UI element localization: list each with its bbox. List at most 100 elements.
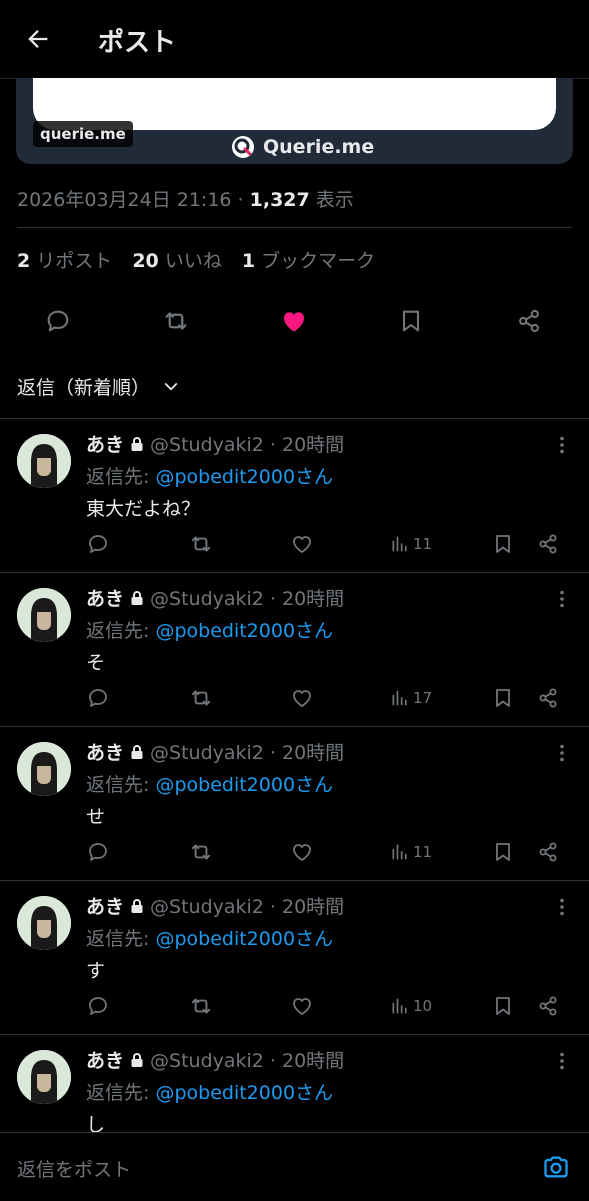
- views-button[interactable]: 10: [390, 990, 432, 1022]
- like-button[interactable]: [290, 682, 314, 714]
- reply-to: 返信先: @pobedit2000さん: [86, 462, 333, 489]
- reply-actions: 11: [0, 528, 589, 560]
- reply-to-link[interactable]: @pobedit2000さん: [155, 928, 333, 950]
- camera-button[interactable]: [540, 1151, 572, 1183]
- repost-icon: [191, 998, 211, 1014]
- reply-text: 東大だよね？: [86, 498, 201, 520]
- back-button[interactable]: [22, 23, 54, 55]
- reply-to-link[interactable]: @pobedit2000さん: [155, 466, 333, 488]
- bookmark-button[interactable]: [491, 682, 515, 714]
- reply-item[interactable]: あき @Studyaki2 · 20時間 返信先: @pobedit2000さん…: [0, 728, 589, 880]
- views-button[interactable]: 17: [390, 682, 432, 714]
- reply-button[interactable]: [86, 836, 110, 868]
- user-name[interactable]: あき: [86, 738, 124, 765]
- reply-to: 返信先: @pobedit2000さん: [86, 616, 333, 643]
- like-button[interactable]: [273, 300, 315, 342]
- reply-item[interactable]: あき @Studyaki2 · 20時間 返信先: @pobedit2000さん…: [0, 882, 589, 1034]
- bookmark-button[interactable]: [491, 836, 515, 868]
- share-button[interactable]: [508, 300, 550, 342]
- post-meta: 2026年03月24日 21:16 · 1,327 表示: [17, 185, 354, 212]
- avatar[interactable]: [17, 1050, 71, 1104]
- reply-to-prefix: 返信先:: [86, 774, 156, 796]
- bookmark-icon: [496, 535, 510, 553]
- user-handle-time: @Studyaki2 · 20時間: [150, 434, 345, 456]
- like-button[interactable]: [290, 836, 314, 868]
- bookmark-icon: [496, 843, 510, 861]
- more-vertical-icon: [560, 744, 564, 762]
- bookmark-button[interactable]: [491, 528, 515, 560]
- bookmark-button[interactable]: [390, 300, 432, 342]
- reply-text: せ: [86, 806, 106, 828]
- reply-to: 返信先: @pobedit2000さん: [86, 924, 333, 951]
- views-button[interactable]: 11: [390, 528, 432, 560]
- avatar[interactable]: [17, 742, 71, 796]
- more-button[interactable]: [552, 742, 572, 764]
- user-handle-time: @Studyaki2 · 20時間: [150, 896, 345, 918]
- analytics-icon: [392, 844, 407, 860]
- bookmark-button[interactable]: [491, 990, 515, 1022]
- views-count: 11: [413, 843, 433, 861]
- likes-stat[interactable]: 20 いいね: [132, 250, 222, 272]
- heart-icon: [293, 690, 311, 707]
- reply-composer[interactable]: 返信をポスト: [0, 1132, 589, 1201]
- reply-icon: [89, 689, 107, 707]
- reposts-stat[interactable]: 2 リポスト: [17, 250, 112, 272]
- reply-to-link[interactable]: @pobedit2000さん: [155, 1082, 333, 1104]
- reply-to-link[interactable]: @pobedit2000さん: [155, 620, 333, 642]
- reply-sort-dropdown[interactable]: 返信（新着順）: [17, 373, 180, 400]
- more-button[interactable]: [552, 434, 572, 456]
- repost-button[interactable]: [188, 836, 214, 868]
- reply-item[interactable]: あき @Studyaki2 · 20時間 返信先: @pobedit2000さん…: [0, 574, 589, 726]
- more-vertical-icon: [560, 1052, 564, 1070]
- share-button[interactable]: [536, 836, 560, 868]
- more-vertical-icon: [560, 436, 564, 454]
- lock-icon: [131, 898, 143, 913]
- user-name[interactable]: あき: [86, 584, 124, 611]
- divider: [0, 418, 589, 419]
- analytics-icon: [392, 536, 407, 552]
- share-icon: [539, 534, 557, 554]
- repost-button[interactable]: [188, 528, 214, 560]
- reply-button[interactable]: [86, 990, 110, 1022]
- repost-button[interactable]: [188, 990, 214, 1022]
- like-button[interactable]: [290, 528, 314, 560]
- repost-button[interactable]: [155, 300, 197, 342]
- user-name[interactable]: あき: [86, 430, 124, 457]
- repost-icon: [165, 312, 187, 330]
- analytics-icon: [392, 998, 407, 1014]
- bookmark-icon: [496, 689, 510, 707]
- reply-input[interactable]: 返信をポスト: [17, 1155, 131, 1182]
- bookmarks-stat[interactable]: 1 ブックマーク: [242, 250, 375, 272]
- share-icon: [519, 309, 539, 333]
- avatar[interactable]: [17, 588, 71, 642]
- link-card[interactable]: querie.me Querie.me: [16, 78, 573, 164]
- reply-button[interactable]: [37, 300, 79, 342]
- user-name[interactable]: あき: [86, 1046, 124, 1073]
- reply-to-link[interactable]: @pobedit2000さん: [155, 774, 333, 796]
- more-button[interactable]: [552, 588, 572, 610]
- share-button[interactable]: [536, 682, 560, 714]
- reply-actions: 17: [0, 682, 589, 714]
- chevron-down-icon: [164, 382, 178, 390]
- divider: [0, 572, 589, 573]
- reply-button[interactable]: [86, 682, 110, 714]
- more-button[interactable]: [552, 1050, 572, 1072]
- share-button[interactable]: [536, 990, 560, 1022]
- views-button[interactable]: 11: [390, 836, 432, 868]
- reply-to-prefix: 返信先:: [86, 620, 156, 642]
- more-button[interactable]: [552, 896, 572, 918]
- reply-button[interactable]: [86, 528, 110, 560]
- reply-header: あき @Studyaki2 · 20時間: [86, 892, 344, 919]
- views-count: 1,327: [249, 189, 310, 211]
- avatar[interactable]: [17, 896, 71, 950]
- avatar[interactable]: [17, 434, 71, 488]
- reply-item[interactable]: あき @Studyaki2 · 20時間 返信先: @pobedit2000さん…: [0, 420, 589, 572]
- views-count: 11: [413, 535, 433, 553]
- share-button[interactable]: [536, 528, 560, 560]
- share-icon: [539, 996, 557, 1016]
- user-name[interactable]: あき: [86, 892, 124, 919]
- repost-button[interactable]: [188, 682, 214, 714]
- like-button[interactable]: [290, 990, 314, 1022]
- share-icon: [539, 842, 557, 862]
- divider: [0, 880, 589, 881]
